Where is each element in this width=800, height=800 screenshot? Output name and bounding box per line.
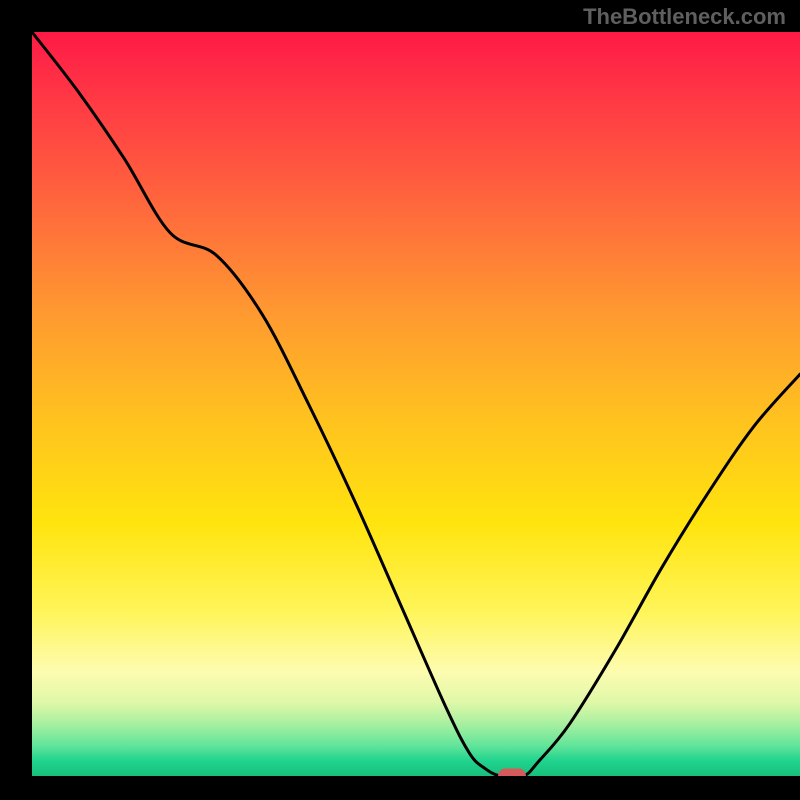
- attribution-label: TheBottleneck.com: [583, 4, 786, 30]
- chart-container: TheBottleneck.com: [0, 0, 800, 800]
- plot-area: [32, 32, 800, 776]
- bottleneck-curve: [32, 32, 800, 776]
- optimal-marker: [498, 769, 526, 777]
